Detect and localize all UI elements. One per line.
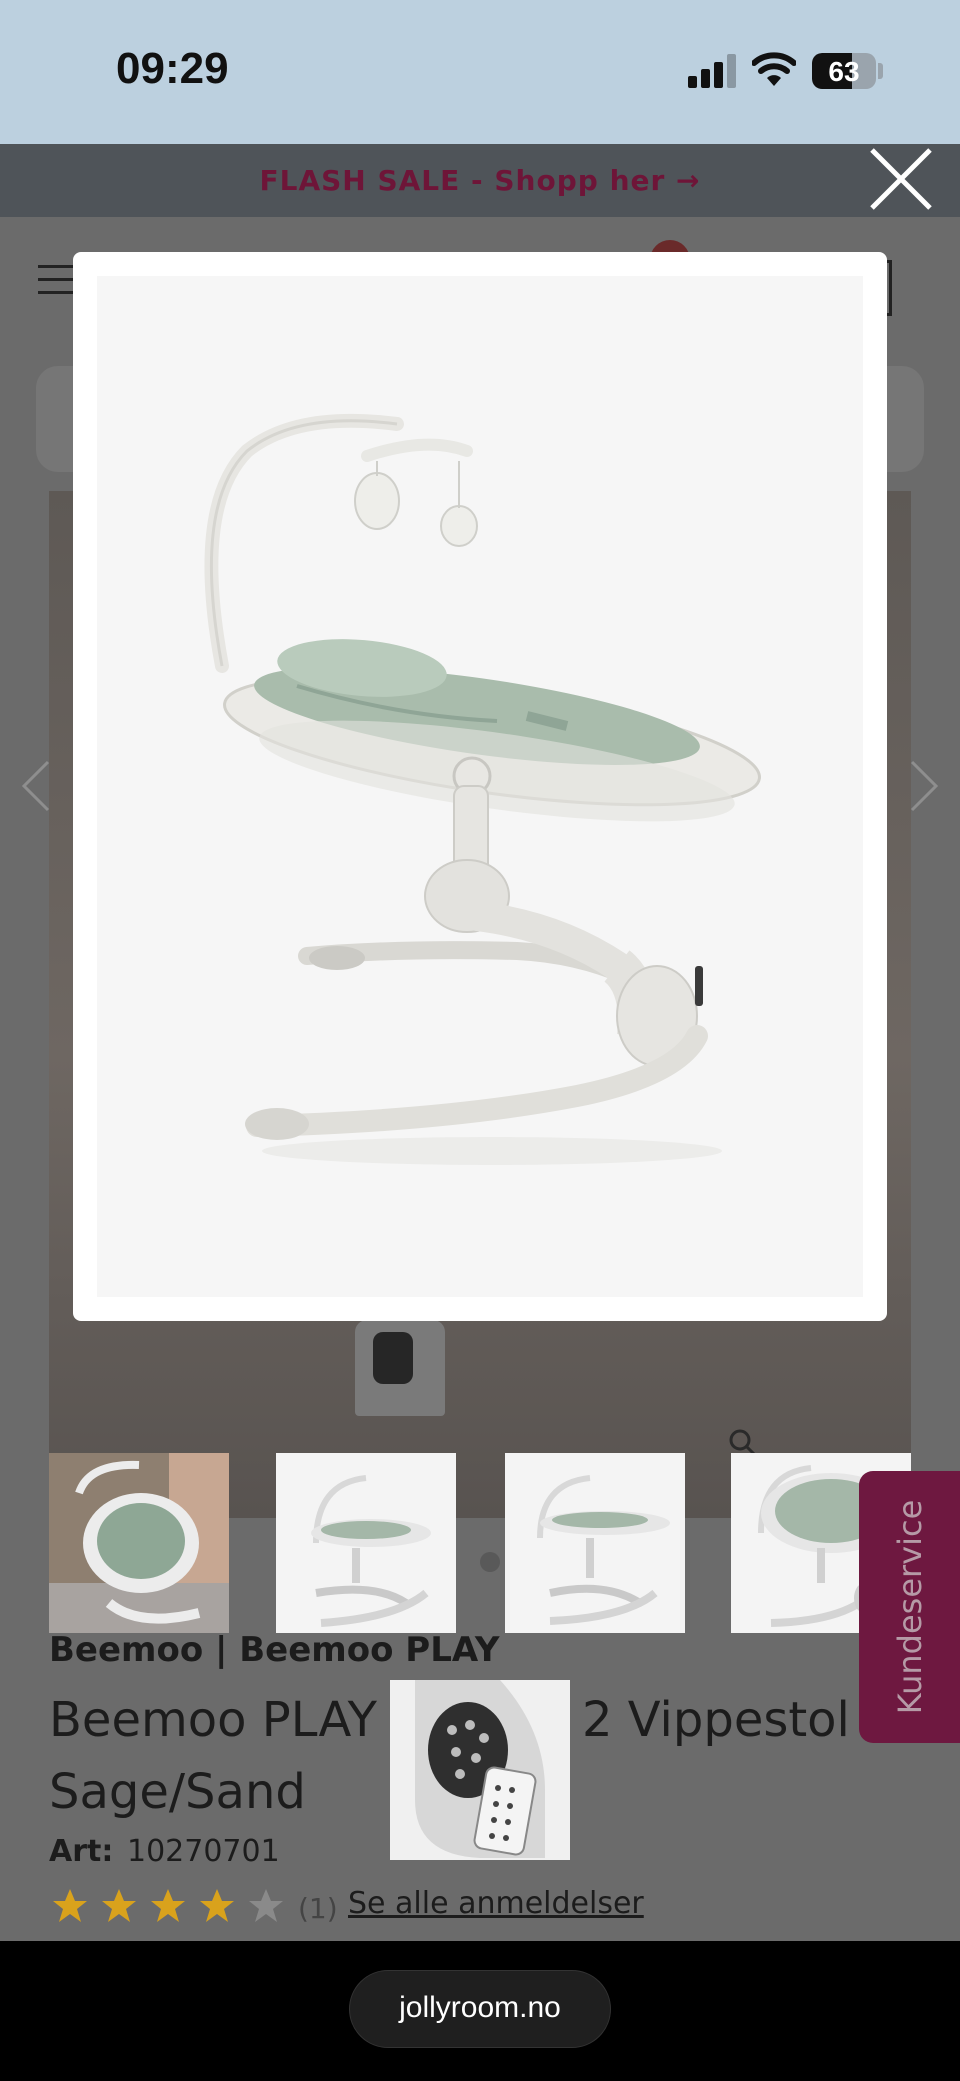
customer-service-label[interactable]: Kundeservice xyxy=(891,1500,929,1715)
rating-stars[interactable] xyxy=(52,1888,284,1928)
chevron-right-icon[interactable] xyxy=(906,760,942,812)
star-icon xyxy=(151,1889,185,1922)
flash-sale-banner[interactable]: FLASH SALE - Shopp her → xyxy=(0,144,960,217)
flash-sale-text[interactable]: FLASH SALE - Shopp her → xyxy=(0,164,960,197)
battery-tip xyxy=(878,63,883,79)
image-lightbox xyxy=(73,252,887,1321)
battery-level: 63 xyxy=(828,56,860,87)
chevron-left-icon[interactable] xyxy=(18,760,54,812)
article-number: 10270701 xyxy=(127,1834,280,1869)
menu-icon[interactable] xyxy=(38,265,76,295)
thumbnail-1[interactable] xyxy=(49,1453,229,1633)
thumbnail-2[interactable] xyxy=(276,1453,456,1633)
star-icon xyxy=(249,1889,283,1922)
star-icon xyxy=(200,1889,234,1922)
article-label: Art: xyxy=(49,1834,114,1869)
lightbox-product-image xyxy=(97,276,863,1297)
status-time: 09:29 xyxy=(116,44,229,93)
thumbnail-5[interactable] xyxy=(390,1680,570,1860)
thumbnail-3[interactable] xyxy=(505,1453,685,1633)
star-icon xyxy=(53,1889,87,1922)
product-title-line1-suffix: 2 Vippestol xyxy=(581,1692,850,1748)
product-title-line2: Sage/Sand xyxy=(49,1764,306,1820)
address-bar[interactable]: jollyroom.no xyxy=(349,1970,611,2048)
review-count: (1) xyxy=(298,1892,338,1925)
wifi-icon xyxy=(752,52,796,86)
status-bar: 09:29 63 xyxy=(0,0,960,144)
signal-icon xyxy=(688,54,738,88)
star-icon xyxy=(102,1889,136,1922)
customer-service-tab[interactable]: Kundeservice xyxy=(859,1471,960,1743)
product-title-line1: Beemoo PLAY xyxy=(49,1692,377,1748)
hero-swing-base xyxy=(355,1320,445,1416)
close-icon[interactable] xyxy=(866,144,936,214)
product-brand[interactable]: Beemoo | Beemoo PLAY xyxy=(49,1630,500,1670)
address-bar-url[interactable]: jollyroom.no xyxy=(350,1991,610,2025)
carousel-dot[interactable] xyxy=(480,1552,500,1572)
battery-icon: 63 xyxy=(812,53,876,89)
see-all-reviews-link[interactable]: Se alle anmeldelser xyxy=(348,1886,644,1921)
